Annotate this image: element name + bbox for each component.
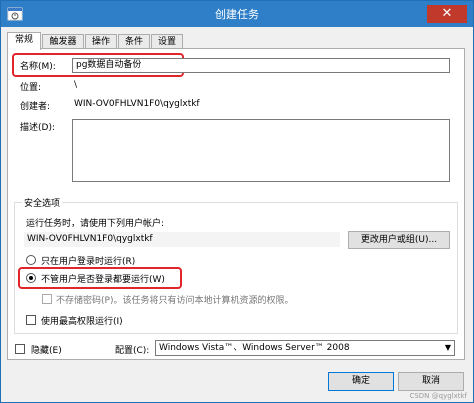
highest-privileges-label: 使用最高权限运行(I) xyxy=(41,317,123,327)
close-button[interactable]: ✕ xyxy=(427,5,467,23)
configure-value: Windows Vista™、Windows Server™ 2008 xyxy=(159,343,350,353)
radio-run-whether-logged-on[interactable] xyxy=(26,273,36,283)
description-label: 描述(D): xyxy=(20,123,55,133)
configure-select[interactable]: Windows Vista™、Windows Server™ 2008 ▼ xyxy=(155,340,455,356)
tab-conditions[interactable]: 条件 xyxy=(118,34,150,49)
radio-run-logged-on-label: 只在用户登录时运行(R) xyxy=(41,257,136,267)
cancel-button[interactable]: 取消 xyxy=(398,372,464,391)
description-field[interactable] xyxy=(72,119,450,182)
radio-run-whether-logged-on-label: 不管用户是否登录都要运行(W) xyxy=(41,275,165,285)
radio-run-logged-on[interactable] xyxy=(26,255,36,265)
highest-privileges-checkbox[interactable] xyxy=(26,315,36,325)
name-label: 名称(M): xyxy=(20,62,56,72)
run-as-account: WIN-OV0FHLVN1F0\qyglxtkf xyxy=(24,232,340,247)
tab-settings[interactable]: 设置 xyxy=(151,34,183,49)
general-panel: 名称(M): pg数据自动备份 位置: \ 创建者: WIN-OV0FHLVN1… xyxy=(7,48,465,360)
hidden-checkbox[interactable] xyxy=(15,344,25,354)
no-store-password-label: 不存储密码(P)。该任务将只有访问本地计算机资源的权限。 xyxy=(56,296,294,306)
run-as-label: 运行任务时，请使用下列用户帐户: xyxy=(26,219,165,229)
location-value: \ xyxy=(74,80,78,90)
ok-button[interactable]: 确定 xyxy=(328,372,394,391)
name-field[interactable]: pg数据自动备份 xyxy=(72,58,450,73)
location-label: 位置: xyxy=(20,83,42,93)
watermark: CSDN @qyglxtkf xyxy=(409,392,467,400)
author-value: WIN-OV0FHLVN1F0\qyglxtkf xyxy=(74,99,200,109)
chevron-down-icon: ▼ xyxy=(444,343,451,352)
security-group-title: 安全选项 xyxy=(22,196,63,209)
create-task-dialog: 创建任务 ✕ 常规 触发器 操作 条件 设置 名称(M): pg数据自动备份 位… xyxy=(0,0,474,403)
window-title: 创建任务 xyxy=(215,8,259,21)
tab-actions[interactable]: 操作 xyxy=(85,34,117,49)
author-label: 创建者: xyxy=(20,102,51,112)
tab-general[interactable]: 常规 xyxy=(7,32,41,50)
tab-triggers[interactable]: 触发器 xyxy=(42,34,84,49)
change-user-button[interactable]: 更改用户或组(U)... xyxy=(348,231,450,249)
hidden-label: 隐藏(E) xyxy=(31,346,62,356)
configure-label: 配置(C): xyxy=(115,346,150,356)
title-bar: 创建任务 ✕ xyxy=(1,1,473,27)
no-store-password-checkbox[interactable] xyxy=(42,294,52,304)
